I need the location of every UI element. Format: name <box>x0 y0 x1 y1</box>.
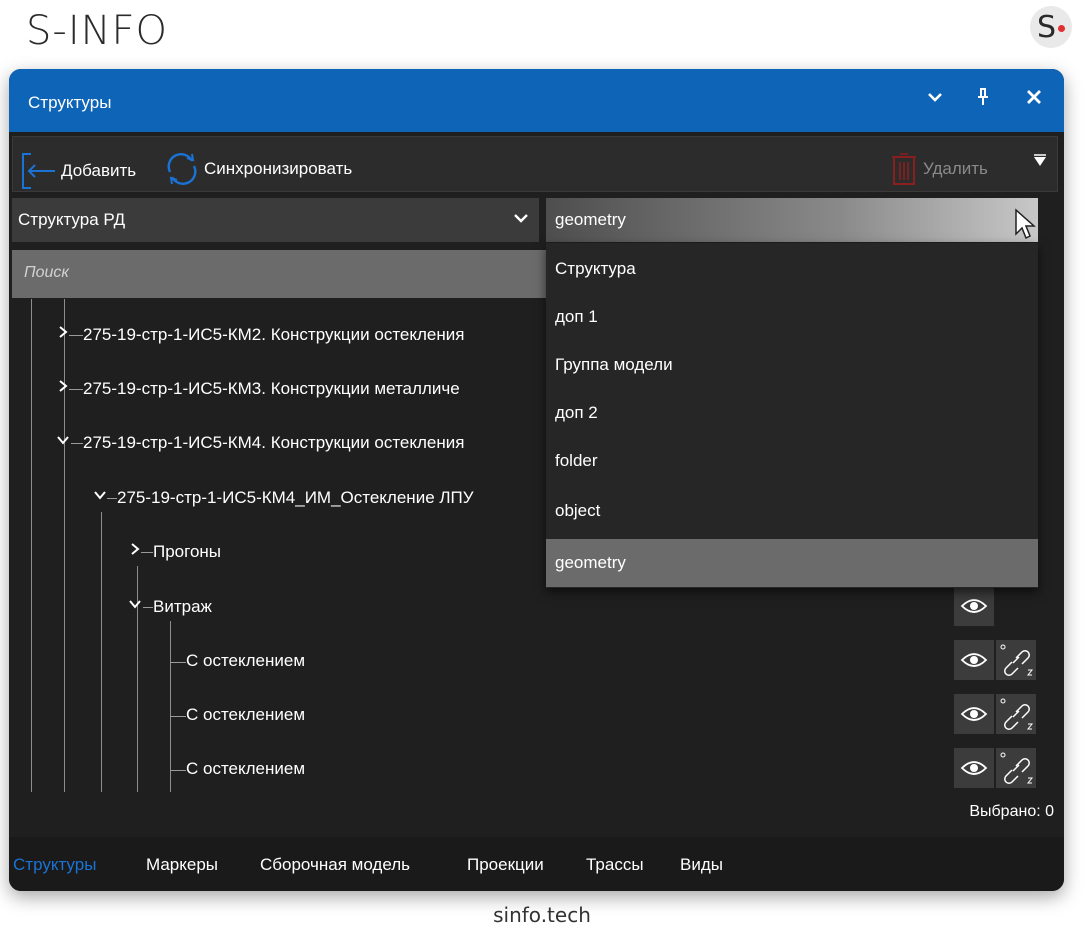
structure-select-value: Структура РД <box>18 210 126 229</box>
visibility-button[interactable] <box>954 586 994 626</box>
dropdown-option[interactable]: Группа модели <box>546 341 1038 389</box>
search-placeholder: Поиск <box>24 264 69 281</box>
tree-connector <box>170 770 186 771</box>
collapse-arrow-icon[interactable] <box>128 597 142 614</box>
tree-guide-line <box>170 621 171 792</box>
add-button[interactable]: Добавить <box>21 152 136 190</box>
link-chain-icon <box>1000 752 1034 784</box>
tree-node-glazed[interactable]: С остеклением <box>186 651 305 671</box>
tree-node-glazed[interactable]: С остеклением <box>186 705 305 725</box>
app-brand: S-INFO <box>26 8 169 54</box>
link-button[interactable] <box>996 640 1036 680</box>
expand-arrow-icon[interactable] <box>57 325 69 343</box>
trash-icon <box>892 153 916 185</box>
eye-icon <box>960 653 988 667</box>
tree-node-km2[interactable]: 275-19-стр-1-ИС5-КМ2. Конструкции остекл… <box>83 325 464 345</box>
bottom-tabs: Структуры Маркеры Сборочная модель Проек… <box>9 837 1064 891</box>
window-title: Структуры <box>28 93 112 112</box>
tree-connector <box>170 716 186 717</box>
eye-icon <box>960 761 988 775</box>
collapse-arrow-icon[interactable] <box>56 433 70 450</box>
tree-node-km4-im[interactable]: 275-19-стр-1-ИС5-КМ4_ИМ_Остекление ЛПУ <box>117 488 474 508</box>
dropdown-option[interactable]: доп 2 <box>546 389 1038 437</box>
logo-badge: S <box>1030 6 1072 48</box>
tree-node-km4[interactable]: 275-19-стр-1-ИС5-КМ4. Конструкции остекл… <box>83 433 464 453</box>
tab-structures[interactable]: Структуры <box>13 855 96 875</box>
dropdown-option[interactable]: Структура <box>546 245 1038 293</box>
add-label: Добавить <box>61 161 137 180</box>
structures-window: Структуры Добавить Синхронизировать Удал… <box>9 69 1064 891</box>
tab-routes[interactable]: Трассы <box>586 855 644 875</box>
tree-guide-line <box>101 512 102 792</box>
tree-connector <box>69 389 83 390</box>
logo-letter: S <box>1036 9 1057 45</box>
eye-icon <box>960 599 988 613</box>
window-titlebar: Структуры <box>9 69 1064 132</box>
dropdown-option[interactable]: object <box>546 487 1038 535</box>
tree-guide-line <box>64 299 65 792</box>
selected-count: Выбрано: 0 <box>969 803 1054 820</box>
close-icon[interactable] <box>1025 87 1043 113</box>
mouse-cursor-icon <box>1015 208 1036 240</box>
attribute-dropdown-list: Структура доп 1 Группа модели доп 2 fold… <box>546 243 1038 588</box>
tab-assembly-model[interactable]: Сборочная модель <box>260 855 410 875</box>
chevron-down-icon[interactable] <box>927 87 943 113</box>
eye-icon <box>960 707 988 721</box>
sync-icon <box>167 153 197 185</box>
tree-connector <box>143 607 153 608</box>
sync-button[interactable]: Синхронизировать <box>165 152 352 186</box>
footer-site: sinfo.tech <box>493 903 591 927</box>
sync-label: Синхронизировать <box>204 159 353 178</box>
tree-connector <box>107 498 117 499</box>
add-icon <box>22 153 55 189</box>
chevron-down-icon <box>513 208 529 233</box>
logo-dot <box>1058 24 1066 32</box>
attribute-select-value: geometry <box>555 210 626 229</box>
search-input[interactable]: Поиск <box>12 250 552 298</box>
tree-connector <box>141 552 153 553</box>
structure-select[interactable]: Структура РД <box>12 198 539 242</box>
expand-arrow-icon[interactable] <box>129 542 141 560</box>
dropdown-option-selected[interactable]: geometry <box>546 539 1038 587</box>
tree-node-glazed[interactable]: С остеклением <box>186 759 305 779</box>
tree-connector <box>69 335 83 336</box>
visibility-button[interactable] <box>954 694 994 734</box>
tree-node-vitrazh[interactable]: Витраж <box>153 597 212 617</box>
dropdown-option[interactable]: folder <box>546 437 1038 485</box>
caret-down-icon <box>1034 154 1046 166</box>
tab-views[interactable]: Виды <box>680 855 723 875</box>
visibility-button[interactable] <box>954 748 994 788</box>
tree-node-progony[interactable]: Прогоны <box>153 542 221 562</box>
link-button[interactable] <box>996 694 1036 734</box>
visibility-button[interactable] <box>954 640 994 680</box>
toolbar-menu-button[interactable] <box>1033 154 1047 170</box>
toolbar: Добавить Синхронизировать Удалить <box>12 136 1058 192</box>
expand-arrow-icon[interactable] <box>57 379 69 397</box>
link-chain-icon <box>1000 644 1034 676</box>
pin-icon[interactable] <box>975 87 991 113</box>
tab-markers[interactable]: Маркеры <box>146 855 218 875</box>
tree-node-km3[interactable]: 275-19-стр-1-ИС5-КМ3. Конструкции металл… <box>83 379 460 399</box>
tree-connector <box>170 662 186 663</box>
attribute-select[interactable]: geometry <box>546 198 1038 242</box>
dropdown-option[interactable]: доп 1 <box>546 293 1038 341</box>
tree-connector <box>71 443 83 444</box>
link-button[interactable] <box>996 748 1036 788</box>
delete-label: Удалить <box>923 159 988 178</box>
delete-button[interactable]: Удалить <box>891 152 988 186</box>
tree-guide-line <box>31 299 32 792</box>
tab-projections[interactable]: Проекции <box>467 855 544 875</box>
collapse-arrow-icon[interactable] <box>93 488 107 505</box>
link-chain-icon <box>1000 698 1034 730</box>
